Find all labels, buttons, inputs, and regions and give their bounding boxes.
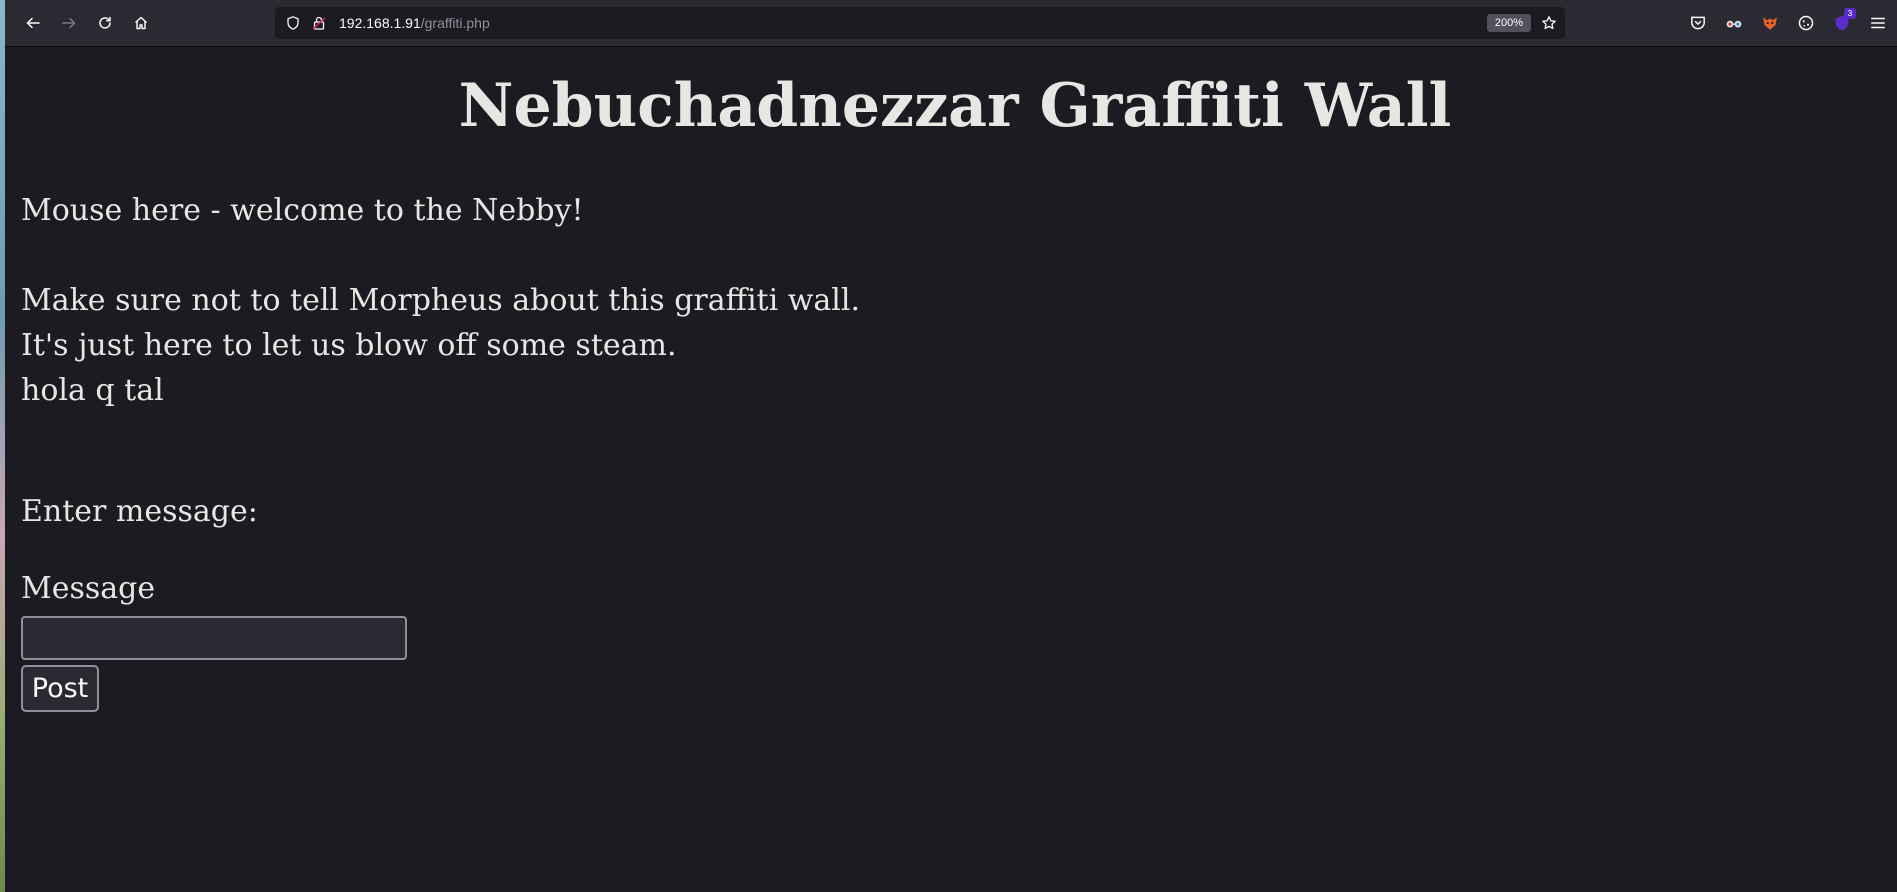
zoom-level-badge[interactable]: 200% [1487,14,1531,32]
arrow-right-icon [62,17,76,29]
shield-icon[interactable] [285,15,301,31]
enter-message-prompt: Enter message: [21,494,258,529]
insecure-lock-icon[interactable] [311,15,327,31]
url-host: 192.168.1.91 [339,15,421,31]
graffiti-message: Make sure not to tell Morpheus about thi… [21,283,861,318]
url-text[interactable]: 192.168.1.91/graffiti.php [339,7,490,39]
extension-hackbar-button[interactable]: 3 [1832,8,1856,33]
back-button[interactable] [21,11,45,35]
pocket-button[interactable] [1688,13,1708,33]
bookmark-star-icon[interactable] [1541,15,1557,31]
graffiti-message: It's just here to let us blow off some s… [21,328,677,363]
reload-icon [99,16,111,29]
extension-foxyproxy-button[interactable] [1724,13,1744,33]
app-menu-button[interactable] [1868,13,1888,33]
hamburger-menu-icon [1871,17,1885,29]
graffiti-message: Mouse here - welcome to the Nebby! [21,193,584,228]
extension-badge-count: 3 [1844,8,1856,19]
message-field-label: Message [21,571,156,606]
home-button[interactable] [129,11,153,35]
page-title: Nebuchadnezzar Graffiti Wall [458,71,1452,141]
fox-extension-icon [1763,17,1777,30]
url-bar[interactable]: 192.168.1.91/graffiti.php 200% [275,7,1565,39]
url-path: /graffiti.php [420,15,490,31]
forward-button[interactable] [57,11,81,35]
web-page: Nebuchadnezzar Graffiti Wall Mouse here … [5,47,1897,892]
post-button[interactable]: Post [21,665,99,712]
browser-toolbar: 192.168.1.91/graffiti.php 200% 3 [5,0,1897,47]
home-icon [135,16,147,30]
pocket-icon [1691,16,1705,30]
glasses-extension-icon [1726,20,1742,28]
arrow-left-icon [26,17,40,29]
message-input[interactable] [21,616,407,660]
cookie-icon [1798,15,1814,31]
graffiti-message: hola q tal [21,373,164,408]
extension-wappalyzer-button[interactable] [1760,13,1780,33]
reload-button[interactable] [93,11,117,35]
extension-cookie-button[interactable] [1796,13,1816,33]
